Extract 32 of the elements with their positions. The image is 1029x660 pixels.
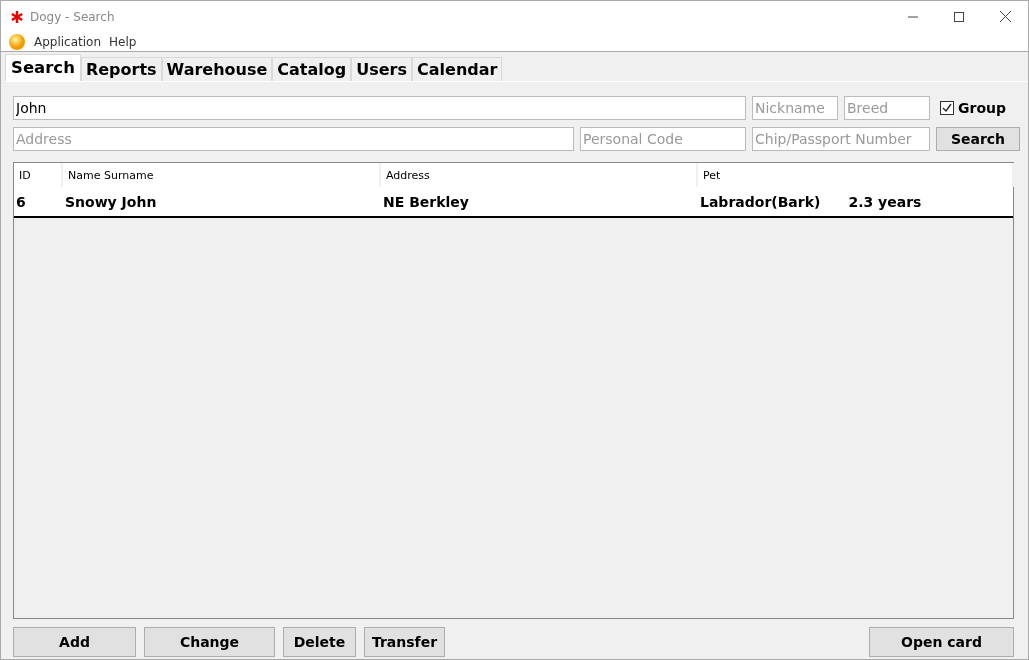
search-button[interactable]: Search	[936, 127, 1020, 151]
group-label: Group	[958, 100, 1006, 116]
menu-item[interactable]: Help	[109, 34, 137, 49]
personal-code-field[interactable]: Personal Code	[580, 127, 746, 151]
address-field[interactable]: Address	[13, 127, 574, 151]
name-field[interactable]: John	[13, 96, 746, 120]
action-button[interactable]: Delete	[283, 627, 356, 657]
action-button[interactable]: Add	[13, 627, 136, 657]
tab[interactable]: Calendar	[412, 57, 503, 81]
close-icon[interactable]	[999, 11, 1011, 22]
action-button[interactable]: Open card	[869, 627, 1014, 657]
table-cell-text: Snowy John	[64, 192, 158, 212]
tab[interactable]: Reports	[80, 57, 162, 81]
nickname-field[interactable]: Nickname	[752, 96, 838, 120]
maximize-icon[interactable]	[954, 11, 964, 22]
app-icon	[11, 10, 23, 23]
table-cell-text: NE Berkley	[382, 192, 470, 212]
table-cell-text: 6	[15, 192, 27, 212]
action-button[interactable]: Transfer	[364, 627, 445, 657]
tab[interactable]: Users	[351, 57, 413, 81]
pet-age: 2.3 years	[848, 193, 922, 210]
sun-icon	[8, 32, 26, 51]
menu-item[interactable]: Application	[34, 34, 102, 49]
chip-number-field[interactable]: Chip/Passport Number	[752, 127, 930, 151]
action-button[interactable]: Change	[144, 627, 275, 657]
window-title: Dogy - Search	[30, 9, 115, 24]
tab[interactable]: Warehouse	[161, 57, 273, 81]
group-checkbox[interactable]	[940, 101, 954, 115]
pet-name: Labrador(Bark)	[700, 193, 821, 210]
breed-field[interactable]: Breed	[844, 96, 930, 120]
tab[interactable]: Catalog	[272, 57, 352, 81]
tab[interactable]: Search	[5, 54, 81, 81]
